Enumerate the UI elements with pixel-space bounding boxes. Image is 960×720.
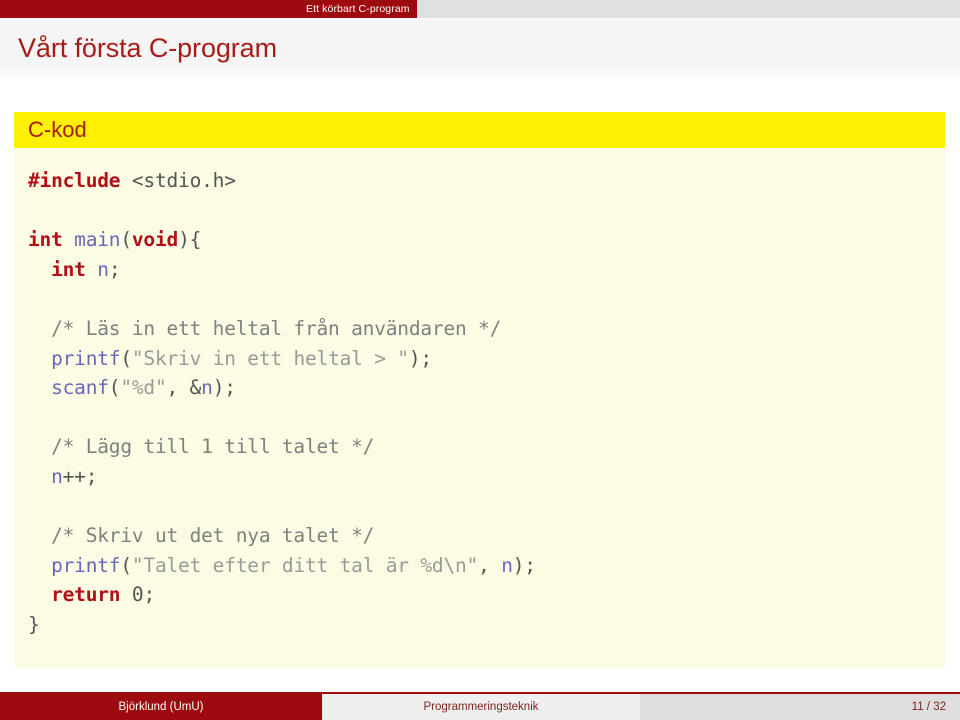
nav-current-section[interactable]: Ett körbart C-program bbox=[300, 0, 417, 18]
code-token: ( bbox=[108, 376, 121, 400]
code-token: int bbox=[28, 228, 63, 252]
code-block: C-kod #include <stdio.h> int main(void){… bbox=[14, 112, 945, 668]
code-token: , bbox=[478, 553, 502, 577]
code-token: ; bbox=[108, 257, 121, 281]
code-token: ++; bbox=[62, 464, 98, 488]
nav-following-sections[interactable] bbox=[416, 0, 960, 18]
footer-page-number: 11 / 32 bbox=[640, 694, 960, 720]
code-token: "Skriv in ett heltal > " bbox=[131, 346, 409, 370]
code-token: /* Läs in ett heltal från användaren */ bbox=[51, 316, 502, 340]
code-token: main bbox=[74, 228, 121, 252]
code-token: n bbox=[97, 257, 109, 281]
code-token: ( bbox=[120, 346, 132, 370]
code-token: <stdio.h> bbox=[131, 169, 236, 192]
code-token: "%d" bbox=[120, 376, 167, 400]
code-token: n bbox=[201, 376, 213, 400]
section-navigation-bar: Ett körbart C-program bbox=[0, 0, 960, 18]
code-token: #include bbox=[28, 169, 121, 192]
page-title: Vårt första C-program bbox=[18, 33, 277, 63]
code-token: scanf bbox=[51, 376, 109, 400]
frame-title-bar: Vårt första C-program bbox=[0, 18, 960, 78]
code-token: ){ bbox=[178, 228, 202, 252]
code-token: ); bbox=[408, 346, 432, 370]
code-block-body: #include <stdio.h> int main(void){ int n… bbox=[14, 148, 945, 668]
code-token: } bbox=[28, 612, 40, 636]
code-token: /* Lägg till 1 till talet */ bbox=[51, 435, 375, 459]
code-token: n bbox=[51, 464, 63, 488]
code-token: "Talet efter ditt tal är %d\n" bbox=[131, 553, 479, 577]
code-token: ); bbox=[212, 376, 236, 400]
code-token: void bbox=[131, 228, 179, 252]
code-token: 0 bbox=[131, 583, 144, 607]
code-token: /* Skriv ut det nya talet */ bbox=[51, 524, 375, 548]
code-token: ; bbox=[143, 583, 155, 607]
code-token: , & bbox=[166, 376, 202, 400]
source-code: #include <stdio.h> int main(void){ int n… bbox=[28, 166, 945, 640]
code-block-heading: C-kod bbox=[14, 112, 945, 148]
code-token: n bbox=[501, 553, 513, 577]
code-token: printf bbox=[51, 346, 121, 370]
code-token: return bbox=[51, 583, 121, 607]
code-token: ); bbox=[512, 553, 536, 577]
code-token: printf bbox=[51, 553, 121, 577]
code-token: ( bbox=[120, 228, 132, 252]
footer: Björklund (UmU) Programmeringsteknik 11 … bbox=[0, 692, 960, 720]
code-token: int bbox=[51, 257, 86, 281]
code-token: ( bbox=[120, 553, 132, 577]
footer-course: Programmeringsteknik bbox=[322, 694, 640, 720]
footer-author: Björklund (UmU) bbox=[0, 694, 322, 720]
nav-preceding-sections[interactable] bbox=[0, 0, 300, 18]
